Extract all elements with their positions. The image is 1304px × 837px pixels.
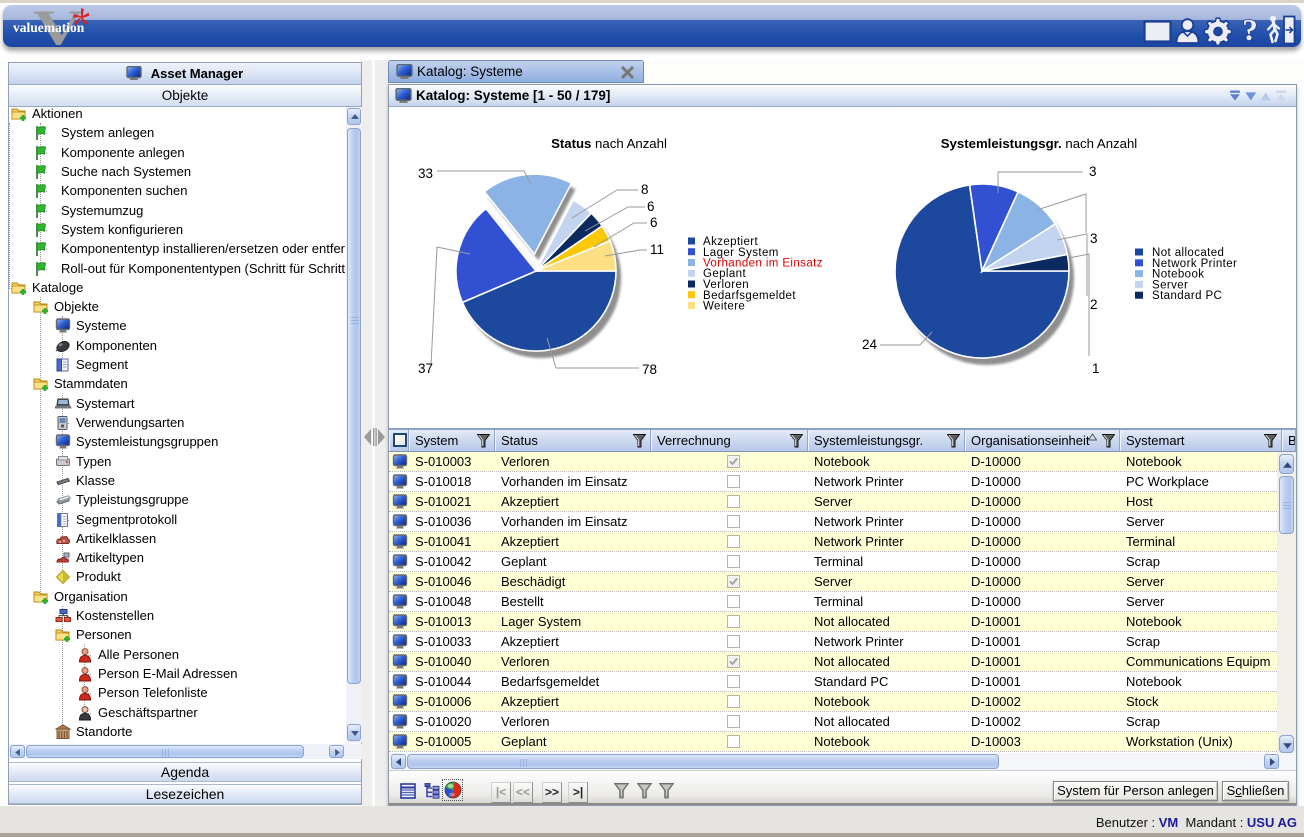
svg-text:6: 6 <box>650 215 658 230</box>
svg-text:Standard PC: Standard PC <box>1152 290 1222 302</box>
svg-text:?: ? <box>1242 15 1258 45</box>
svg-text:33: 33 <box>418 166 433 181</box>
svg-text:Weitere: Weitere <box>703 301 745 313</box>
svg-text:24: 24 <box>862 337 878 352</box>
svg-text:3: 3 <box>1090 231 1098 246</box>
svg-text:6: 6 <box>647 199 655 214</box>
svg-text:8: 8 <box>641 182 649 197</box>
svg-text:Systemleistungsgr. nach Anzahl: Systemleistungsgr. nach Anzahl <box>941 136 1138 151</box>
svg-text:11: 11 <box>650 242 664 257</box>
svg-text:Status nach Anzahl: Status nach Anzahl <box>551 136 667 151</box>
svg-text:78: 78 <box>642 362 657 377</box>
svg-text:2: 2 <box>1090 297 1098 312</box>
svg-text:37: 37 <box>418 361 433 376</box>
svg-text:3: 3 <box>1089 164 1097 179</box>
svg-text:1: 1 <box>1092 361 1100 376</box>
